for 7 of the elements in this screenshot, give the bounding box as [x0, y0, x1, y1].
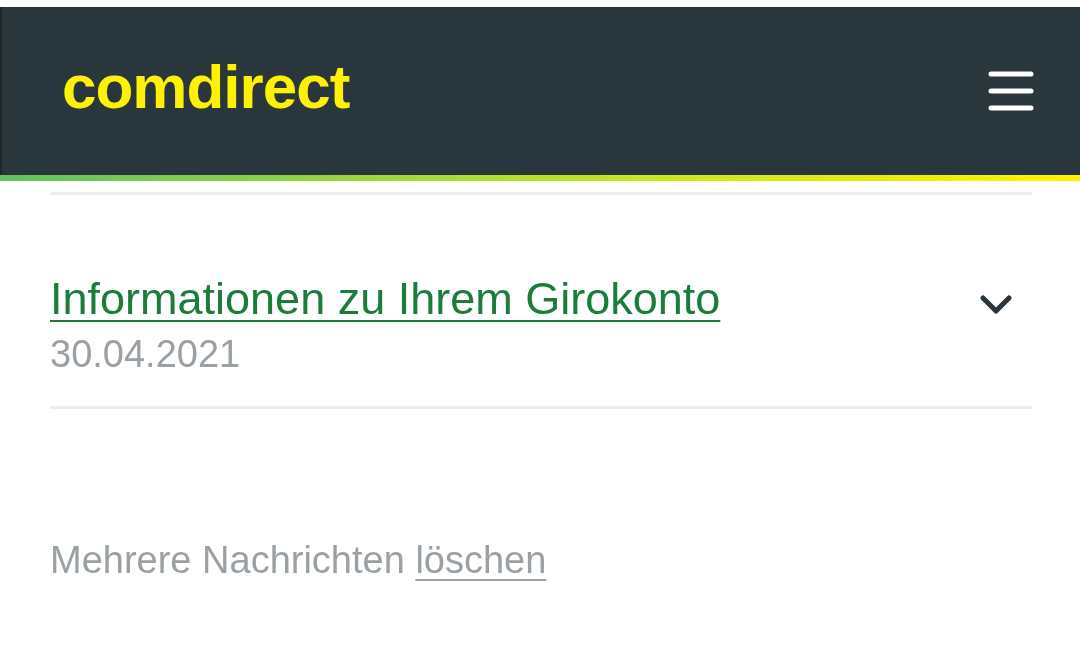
delete-label: Mehrere Nachrichten	[50, 539, 405, 581]
chevron-down-icon[interactable]	[980, 294, 1012, 315]
menu-icon[interactable]	[988, 70, 1034, 112]
message-link[interactable]: Informationen zu Ihrem Girokonto	[50, 273, 721, 325]
delete-link[interactable]: löschen	[415, 539, 547, 581]
message-date: 30.04.2021	[50, 333, 242, 376]
logo[interactable]: comdirect	[62, 50, 350, 122]
